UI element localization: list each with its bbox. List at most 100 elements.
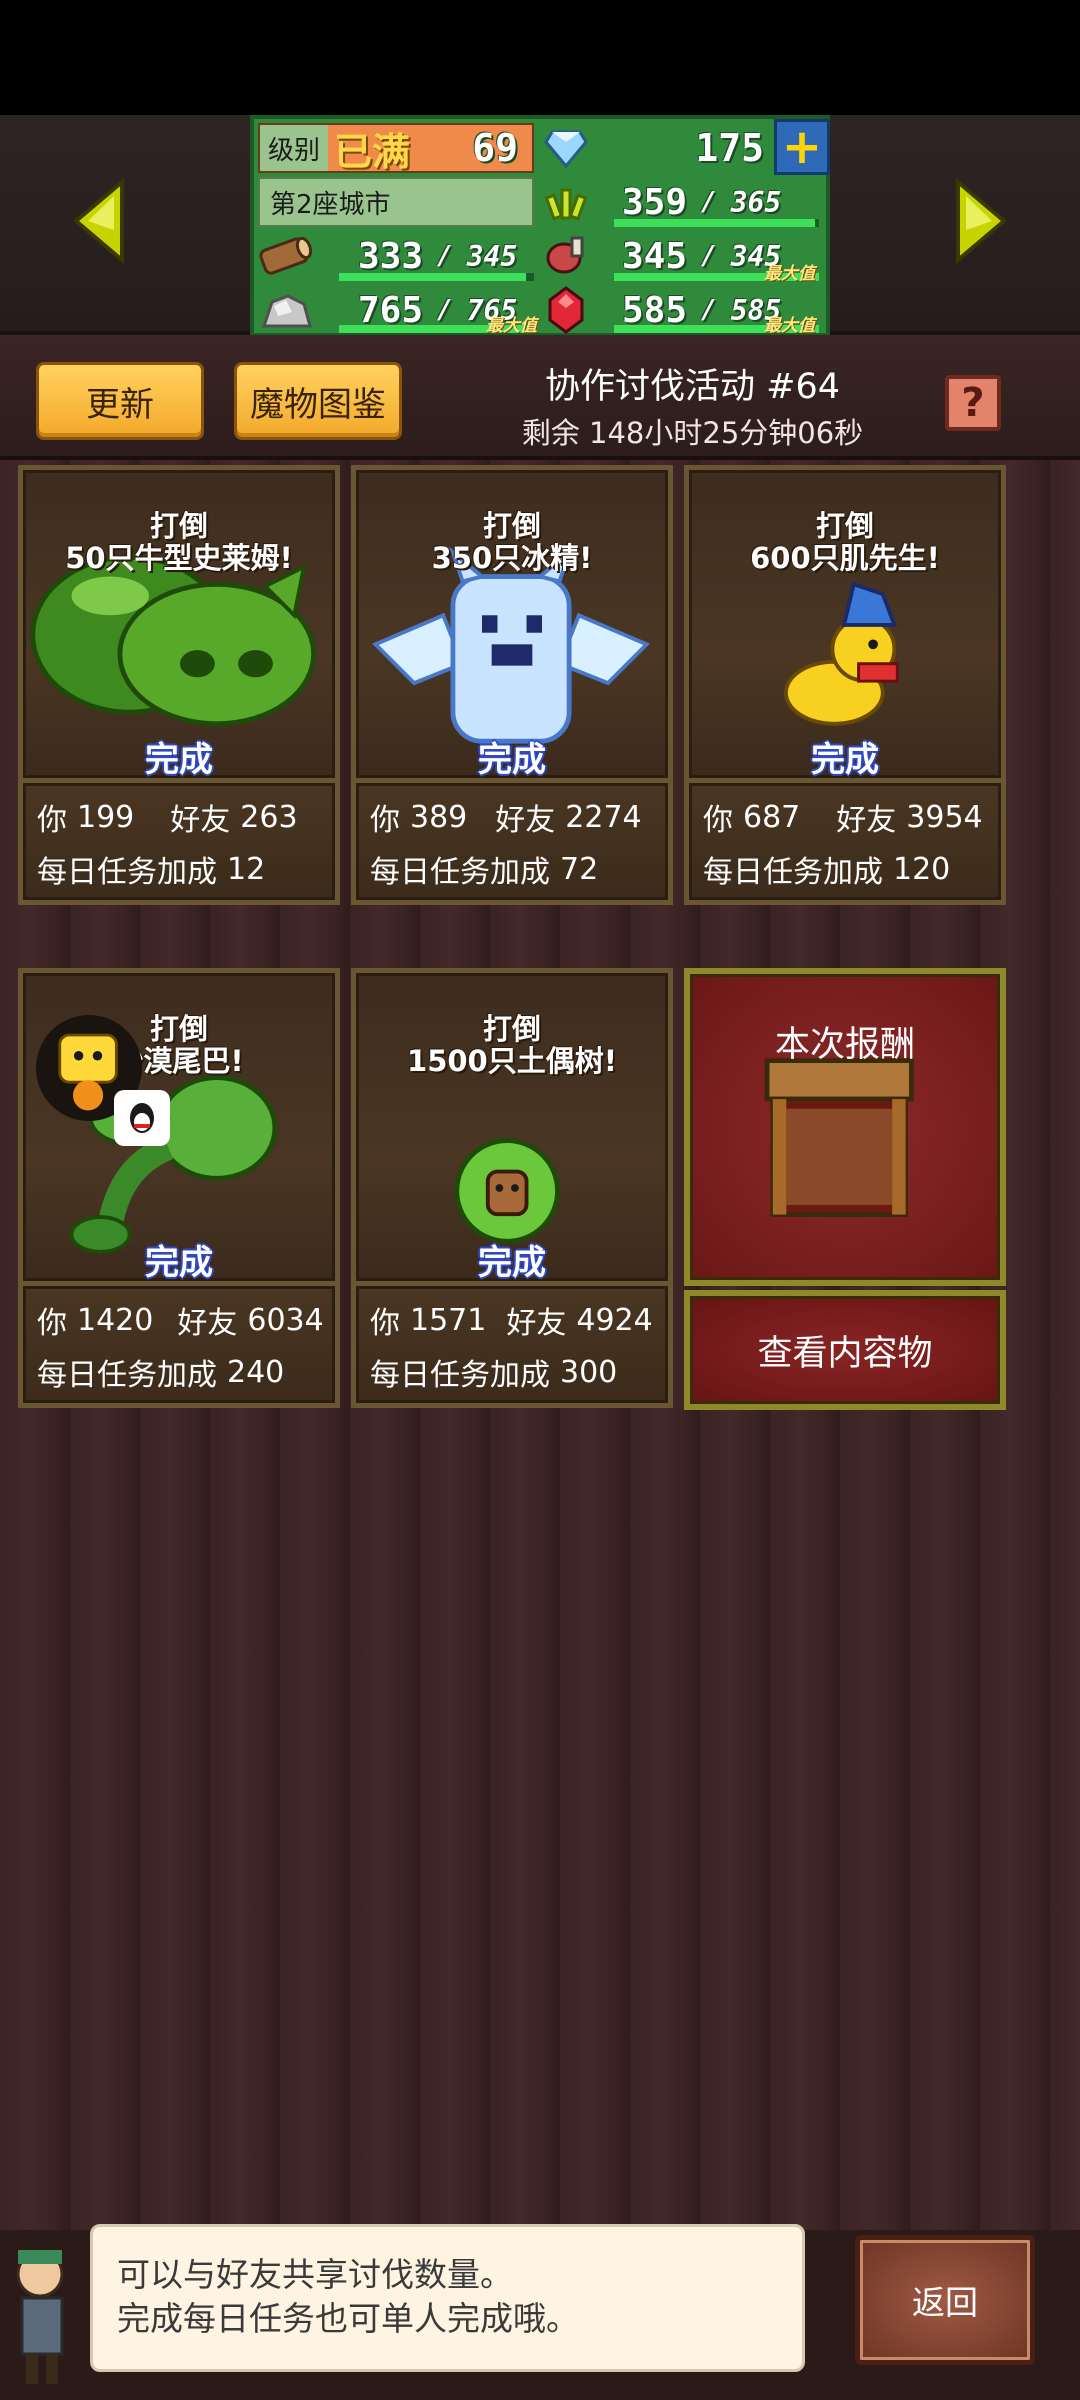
hint-dialog: 可以与好友共享讨伐数量。 完成每日任务也可单人完成哦。: [90, 2224, 805, 2372]
bestiary-button[interactable]: 魔物图鉴: [234, 362, 402, 440]
wood-max: 345: [466, 239, 518, 273]
mission-title-line1: 打倒: [482, 1012, 541, 1046]
qq-penguin-icon[interactable]: [114, 1090, 170, 1146]
level-value: 69: [472, 126, 518, 170]
you-label: 你: [37, 803, 67, 838]
food-value: 345: [622, 235, 688, 277]
mission-image: 打倒 600只肌先生! 完成: [684, 465, 1006, 783]
friend-count: 3954: [906, 799, 983, 835]
level-label: 级别: [260, 125, 329, 171]
you-label: 你: [703, 803, 733, 838]
you-count: 199: [77, 799, 135, 835]
add-gems-button[interactable]: +: [774, 119, 830, 175]
wheat-icon: [544, 180, 588, 224]
mission-title-line1: 打倒: [815, 509, 874, 543]
view-contents-button[interactable]: 查看内容物: [684, 1290, 1006, 1410]
food-max-tag: 最大值: [764, 264, 815, 284]
event-countdown: 剩余 148小时25分钟06秒: [521, 416, 864, 450]
ruby-icon: [544, 286, 588, 334]
reward-card: 本次报酬 查看内容物: [684, 968, 1006, 1410]
friend-count: 4924: [576, 1302, 653, 1338]
mission-status: 完成: [478, 1243, 546, 1283]
prev-city-arrow-icon[interactable]: [70, 177, 130, 265]
hint-line-2: 完成每日任务也可单人完成哦。: [117, 2299, 579, 2338]
mission-title-line1: 打倒: [149, 1012, 208, 1046]
mission-title: 打倒 1500只土偶树!: [356, 1013, 668, 1077]
mission-title: 打倒 350只冰精!: [356, 510, 668, 574]
friend-label: 好友: [170, 803, 231, 838]
help-button[interactable]: ?: [945, 375, 1001, 431]
city-label: 第2座城市: [270, 189, 391, 220]
daily-bonus-value: 12: [227, 851, 266, 887]
mission-status: 完成: [811, 740, 879, 780]
friend-label: 好友: [495, 803, 556, 838]
mission-card-2[interactable]: 打倒 350只冰精! 完成 你 389 好友 2274 每日任务加成 72: [351, 465, 673, 905]
daily-bonus-label: 每日任务加成: [703, 855, 883, 890]
mission-title-line1: 打倒: [149, 509, 208, 543]
friend-label: 好友: [836, 803, 897, 838]
you-count: 1420: [77, 1302, 154, 1338]
mission-stats: 你 1420 好友 6034 每日任务加成 240: [18, 1286, 340, 1408]
mission-image: 打倒 350只冰精! 完成: [351, 465, 673, 783]
wheat-separator: /: [701, 187, 717, 217]
mission-status: 完成: [145, 740, 213, 780]
mission-stats: 你 199 好友 263 每日任务加成 12: [18, 783, 340, 905]
event-title: 协作讨伐活动 #64: [545, 367, 840, 407]
reward-image: 本次报酬: [684, 968, 1006, 1286]
daily-bonus-label: 每日任务加成: [370, 1358, 550, 1393]
friend-label: 好友: [506, 1306, 567, 1341]
mission-status: 完成: [145, 1243, 213, 1283]
friend-count: 2274: [565, 799, 642, 835]
back-button[interactable]: 返回: [855, 2235, 1035, 2365]
mission-card-3[interactable]: 打倒 600只肌先生! 完成 你 687 好友 3954 每日任务加成 120: [684, 465, 1006, 905]
mission-title-line2: 1500只土偶树!: [407, 1044, 617, 1078]
mission-image: 打倒 50只牛型史莱姆! 完成: [18, 465, 340, 783]
mission-title-line1: 打倒: [482, 509, 541, 543]
reward-title: 本次报酬: [774, 1025, 915, 1065]
daily-bonus-value: 240: [227, 1354, 285, 1390]
ruby-max-tag: 最大值: [764, 316, 815, 336]
you-label: 你: [370, 803, 400, 838]
you-count: 687: [743, 799, 801, 835]
next-city-arrow-icon[interactable]: [950, 177, 1010, 265]
hint-line-1: 可以与好友共享讨伐数量。: [117, 2255, 513, 2294]
refresh-button[interactable]: 更新: [36, 362, 204, 440]
level-row: 级别 已满 69: [258, 123, 534, 174]
ruby-separator: /: [701, 295, 717, 325]
npc-avatar: [0, 2228, 90, 2398]
mission-card-5[interactable]: 打倒 1500只土偶树! 完成 你 1571 好友 4924 每日任务加成 300: [351, 968, 673, 1408]
resource-panel: 级别 已满 69 175 + 第2座城市 359 / 365 333 / 345: [250, 115, 830, 337]
daily-bonus-label: 每日任务加成: [370, 855, 550, 890]
you-label: 你: [370, 1306, 400, 1341]
daily-bonus-value: 72: [560, 851, 599, 887]
mission-title-line2: 350只冰精!: [431, 541, 593, 575]
log-icon: [258, 234, 314, 278]
friend-count: 263: [240, 799, 298, 835]
mission-image: 打倒 沙漠尾巴! 完成: [18, 968, 340, 1286]
you-count: 1571: [410, 1302, 487, 1338]
mission-stats: 你 1571 好友 4924 每日任务加成 300: [351, 1286, 673, 1408]
wheat-max: 365: [730, 185, 782, 219]
food-separator: /: [701, 241, 717, 271]
mission-card-1[interactable]: 打倒 50只牛型史莱姆! 完成 你 199 好友 263 每日任务加成 12: [18, 465, 340, 905]
level-max-badge: 已满: [334, 129, 411, 174]
stone-separator: /: [437, 295, 453, 325]
you-count: 389: [410, 799, 468, 835]
city-row: 第2座城市: [258, 177, 534, 227]
daily-bonus-label: 每日任务加成: [37, 1358, 217, 1393]
mission-status: 完成: [478, 740, 546, 780]
wood-value: 333: [358, 235, 424, 277]
plus-icon: +: [781, 119, 823, 175]
meat-icon: [544, 234, 588, 278]
daily-bonus-value: 120: [893, 851, 951, 887]
friend-count: 6034: [247, 1302, 324, 1338]
daily-bonus-value: 300: [560, 1354, 618, 1390]
mission-stats: 你 389 好友 2274 每日任务加成 72: [351, 783, 673, 905]
wood-bar: [339, 273, 534, 281]
wheat-bar: [614, 219, 819, 227]
status-bar-area: [0, 0, 1080, 115]
wood-separator: /: [437, 241, 453, 271]
mission-title-line2: 600只肌先生!: [750, 541, 940, 575]
daily-bonus-label: 每日任务加成: [37, 855, 217, 890]
stone-max-tag: 最大值: [486, 316, 537, 336]
